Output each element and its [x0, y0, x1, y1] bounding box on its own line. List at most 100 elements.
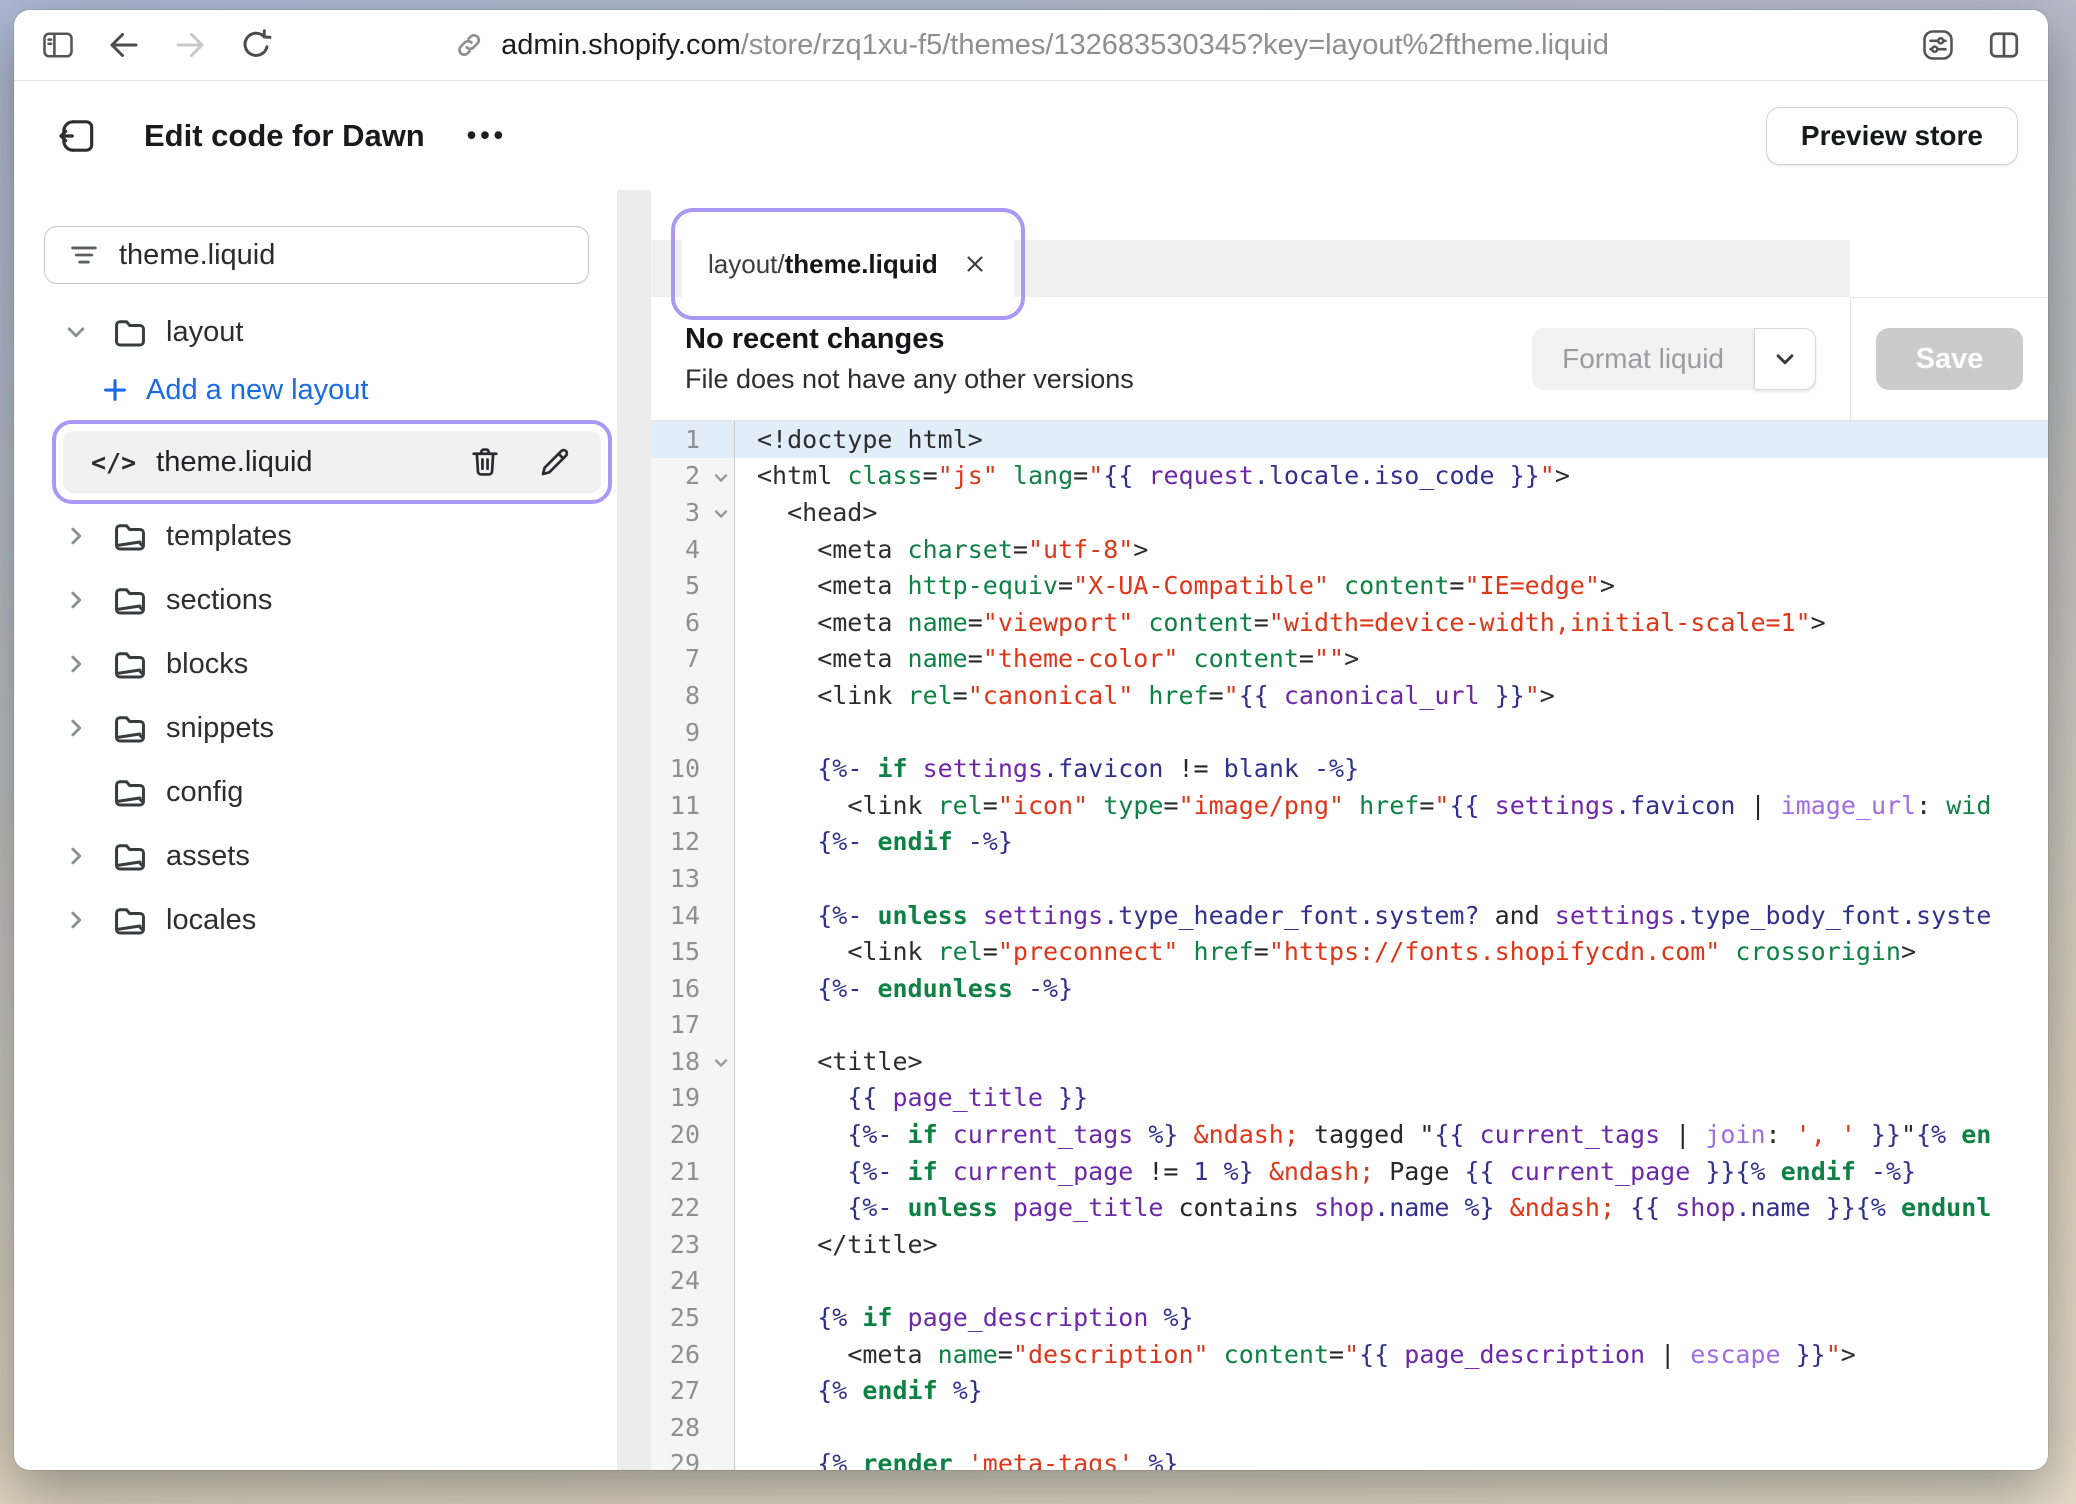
- line-number-25: 25: [651, 1299, 735, 1336]
- code-line-3[interactable]: 3 <head>: [651, 494, 2048, 531]
- line-number-10: 10: [651, 750, 735, 787]
- annotation-highlight-tab: layout/theme.liquid: [671, 208, 1025, 320]
- address-bar[interactable]: admin.shopify.com/store/rzq1xu-f5/themes…: [453, 10, 1609, 80]
- sidebar-item-theme-liquid[interactable]: </> theme.liquid: [63, 431, 601, 493]
- url-path: /store/rzq1xu-f5/themes/132683530345?key…: [741, 29, 1609, 61]
- code-line-25[interactable]: 25 {% if page_description %}: [651, 1299, 2048, 1336]
- folder-icon: [108, 313, 152, 351]
- preview-store-button[interactable]: Preview store: [1766, 107, 2018, 165]
- fold-chevron-icon[interactable]: [710, 467, 732, 489]
- file-search-input[interactable]: theme.liquid: [44, 226, 589, 284]
- code-file-icon: </>: [91, 448, 136, 477]
- line-number-23: 23: [651, 1226, 735, 1263]
- code-line-6[interactable]: 6 <meta name="viewport" content="width=d…: [651, 604, 2048, 641]
- fold-chevron-icon[interactable]: [710, 503, 732, 525]
- code-line-27[interactable]: 27 {% endif %}: [651, 1372, 2048, 1409]
- delete-icon[interactable]: [467, 444, 503, 480]
- code-line-4[interactable]: 4 <meta charset="utf-8">: [651, 531, 2048, 568]
- edit-icon[interactable]: [537, 444, 573, 480]
- format-liquid-button[interactable]: Format liquid: [1532, 328, 1754, 390]
- line-number-19: 19: [651, 1080, 735, 1117]
- folder-icon: [108, 517, 152, 555]
- code-line-11[interactable]: 11 <link rel="icon" type="image/png" hre…: [651, 787, 2048, 824]
- line-number-21: 21: [651, 1153, 735, 1190]
- chevron-right-icon: [58, 649, 94, 679]
- code-line-17[interactable]: 17: [651, 1007, 2048, 1044]
- sidebar-folder-sections[interactable]: sections: [14, 568, 617, 632]
- code-line-15[interactable]: 15 <link rel="preconnect" href="https://…: [651, 933, 2048, 970]
- code-line-14[interactable]: 14 {%- unless settings.type_header_font.…: [651, 897, 2048, 934]
- code-line-29[interactable]: 29 {% render 'meta-tags' %}: [651, 1446, 2048, 1470]
- code-line-19[interactable]: 19 {{ page_title }}: [651, 1080, 2048, 1117]
- code-line-18[interactable]: 18 <title>: [651, 1043, 2048, 1080]
- code-area[interactable]: 1<!doctype html>2<html class="js" lang="…: [651, 421, 2048, 1470]
- exit-icon[interactable]: [58, 116, 98, 156]
- sidebar-folder-templates[interactable]: templates: [14, 504, 617, 568]
- line-number-24: 24: [651, 1263, 735, 1300]
- code-line-24[interactable]: 24: [651, 1263, 2048, 1300]
- tune-icon[interactable]: [1920, 27, 1956, 63]
- sidebar-folder-config[interactable]: config: [14, 760, 617, 824]
- code-line-8[interactable]: 8 <link rel="canonical" href="{{ canonic…: [651, 677, 2048, 714]
- sidebar-folder-blocks[interactable]: blocks: [14, 632, 617, 696]
- status-title: No recent changes: [685, 323, 1532, 356]
- code-line-16[interactable]: 16 {%- endunless -%}: [651, 970, 2048, 1007]
- tab-bar: layout/theme.liquid: [651, 190, 2048, 297]
- sidebar-item-label: assets: [166, 840, 250, 873]
- line-number-16: 16: [651, 970, 735, 1007]
- back-arrow-icon[interactable]: [106, 27, 142, 63]
- add-layout-label: Add a new layout: [146, 374, 368, 407]
- sidebar-item-label: snippets: [166, 712, 274, 745]
- search-value: theme.liquid: [119, 239, 275, 272]
- filter-icon: [67, 238, 101, 272]
- forward-arrow-icon[interactable]: [172, 27, 208, 63]
- overflow-menu-button[interactable]: •••: [467, 120, 507, 151]
- panel-toggle-icon[interactable]: [40, 27, 76, 63]
- line-number-22: 22: [651, 1189, 735, 1226]
- code-line-5[interactable]: 5 <meta http-equiv="X-UA-Compatible" con…: [651, 567, 2048, 604]
- browser-window: admin.shopify.com/store/rzq1xu-f5/themes…: [14, 10, 2048, 1470]
- close-icon[interactable]: [962, 251, 988, 277]
- code-line-9[interactable]: 9: [651, 714, 2048, 751]
- annotation-highlight-file: </> theme.liquid: [52, 420, 612, 504]
- code-line-12[interactable]: 12 {%- endif -%}: [651, 824, 2048, 861]
- code-line-10[interactable]: 10 {%- if settings.favicon != blank -%}: [651, 750, 2048, 787]
- code-line-1[interactable]: 1<!doctype html>: [651, 421, 2048, 458]
- sidebar-folder-list: templates sectionsblocks snippets config ass…: [14, 504, 617, 952]
- code-line-22[interactable]: 22 {%- unless page_title contains shop.n…: [651, 1189, 2048, 1226]
- save-button[interactable]: Save: [1876, 328, 2024, 390]
- code-line-20[interactable]: 20 {%- if current_tags %} &ndash; tagged…: [651, 1116, 2048, 1153]
- code-line-28[interactable]: 28: [651, 1409, 2048, 1446]
- code-line-7[interactable]: 7 <meta name="theme-color" content="">: [651, 641, 2048, 678]
- panel-divider: [617, 190, 651, 1470]
- code-line-23[interactable]: 23 </title>: [651, 1226, 2048, 1263]
- line-number-7: 7: [651, 641, 735, 678]
- line-number-5: 5: [651, 567, 735, 604]
- line-number-8: 8: [651, 677, 735, 714]
- format-dropdown-button[interactable]: [1754, 328, 1816, 390]
- chevron-right-icon: [58, 713, 94, 743]
- tab-layout-theme-liquid[interactable]: layout/theme.liquid: [682, 219, 1014, 309]
- sidebar-folder-layout[interactable]: layout: [14, 300, 617, 364]
- split-view-icon[interactable]: [1986, 27, 2022, 63]
- add-new-layout-button[interactable]: Add a new layout: [14, 364, 617, 416]
- line-number-26: 26: [651, 1336, 735, 1373]
- sidebar-item-label: locales: [166, 904, 256, 937]
- fold-chevron-icon[interactable]: [710, 1052, 732, 1074]
- line-number-20: 20: [651, 1116, 735, 1153]
- folder-icon: [108, 709, 152, 747]
- chevron-right-icon: [58, 521, 94, 551]
- line-number-13: 13: [651, 860, 735, 897]
- sidebar-item-label: templates: [166, 520, 292, 553]
- sidebar-folder-snippets[interactable]: snippets: [14, 696, 617, 760]
- line-number-27: 27: [651, 1372, 735, 1409]
- code-line-2[interactable]: 2<html class="js" lang="{{ request.local…: [651, 458, 2048, 495]
- reload-icon[interactable]: [238, 27, 274, 63]
- code-line-13[interactable]: 13: [651, 860, 2048, 897]
- code-line-26[interactable]: 26 <meta name="description" content="{{ …: [651, 1336, 2048, 1373]
- code-line-21[interactable]: 21 {%- if current_page != 1 %} &ndash; P…: [651, 1153, 2048, 1190]
- line-number-1: 1: [651, 421, 735, 458]
- sidebar-folder-assets[interactable]: assets: [14, 824, 617, 888]
- sidebar-folder-locales[interactable]: locales: [14, 888, 617, 952]
- folder-icon: [108, 901, 152, 939]
